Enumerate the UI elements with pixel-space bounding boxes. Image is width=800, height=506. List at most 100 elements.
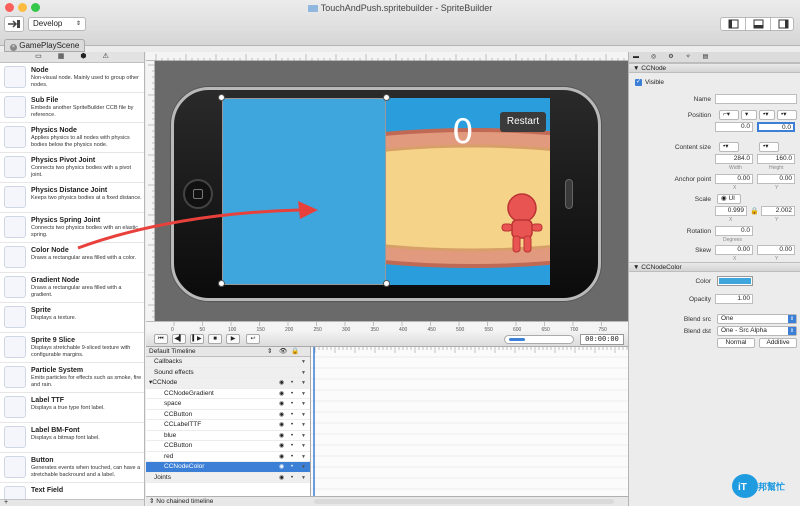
chained-timeline-selector[interactable]: No chained timeline: [156, 498, 213, 505]
expand-triangle-icon[interactable]: ▼: [301, 378, 306, 389]
rewind-to-start-button[interactable]: ⏮: [154, 334, 168, 344]
section-ccnode[interactable]: ▼ CCNode: [629, 63, 800, 73]
timeline-row[interactable]: ▾CCNode ◉ • ▼: [146, 378, 310, 389]
close-tab-icon[interactable]: ×: [10, 44, 17, 51]
library-item[interactable]: Node Non-visual node. Mainly used to grou…: [0, 63, 144, 93]
anchor-y-field[interactable]: 0.00: [757, 174, 795, 184]
folder-tab-icon[interactable]: ▭: [35, 52, 42, 62]
library-item[interactable]: Label TTF Displays a true type font label…: [0, 393, 144, 423]
step-forward-button[interactable]: ▍▶: [190, 334, 204, 344]
timeline-keyframe-area[interactable]: [311, 347, 628, 496]
blend-src-select[interactable]: One ⇕: [717, 314, 797, 324]
expand-triangle-icon[interactable]: ▼: [301, 368, 306, 379]
timeline-row[interactable]: CCLabelTTF ◉ • ▼: [146, 420, 310, 431]
selection-handle-bottom-left[interactable]: [218, 280, 225, 287]
width-unit-select[interactable]: •▾: [719, 142, 739, 152]
lock-dot-icon[interactable]: •: [291, 389, 293, 400]
visible-checkbox[interactable]: ✓: [635, 79, 642, 86]
library-item[interactable]: Physics Node Applies physics to all nodes…: [0, 123, 144, 153]
timeline-row[interactable]: red ◉ • ▼: [146, 452, 310, 463]
timeline-row[interactable]: Sound effects ▼: [146, 367, 310, 379]
color-well[interactable]: [717, 276, 753, 286]
physics-tab-icon[interactable]: ⚙: [668, 52, 673, 62]
visibility-eye-icon[interactable]: ◉: [279, 410, 284, 421]
library-item[interactable]: Sprite 9 Slice Displays stretchable 9-sli…: [0, 333, 144, 363]
device-selector[interactable]: Develop ⇕: [28, 17, 86, 31]
selection-handle-top-left[interactable]: [218, 94, 225, 101]
loop-button[interactable]: ↩: [246, 334, 260, 344]
lock-dot-icon[interactable]: •: [291, 420, 293, 431]
visibility-eye-icon[interactable]: ◉: [279, 441, 284, 452]
library-item[interactable]: Physics Pivot Joint Connects two physics …: [0, 153, 144, 183]
list-tab-icon[interactable]: ▦: [58, 52, 65, 62]
warning-tab-icon[interactable]: ⚠: [103, 52, 109, 62]
normal-blend-button[interactable]: Normal: [717, 338, 755, 348]
restart-button[interactable]: Restart: [500, 112, 546, 132]
toggle-bottom-panel-button[interactable]: [746, 18, 771, 30]
library-item[interactable]: Button Generates events when touched, can…: [0, 453, 144, 483]
stop-button[interactable]: ■: [208, 334, 222, 344]
expand-triangle-icon[interactable]: ▼: [301, 462, 306, 473]
height-field[interactable]: 160.0: [757, 154, 795, 164]
visibility-eye-icon[interactable]: ◉: [279, 431, 284, 442]
library-item[interactable]: Physics Distance Joint Keeps two physics …: [0, 183, 144, 213]
timeline-selector[interactable]: Default Timeline ⇕ 👁 🔒: [146, 347, 310, 357]
timeline-row[interactable]: CCButton ◉ • ▼: [146, 441, 310, 452]
selection-handle-bottom-right[interactable]: [383, 280, 390, 287]
expand-triangle-icon[interactable]: ▼: [301, 473, 306, 484]
library-item[interactable]: Physics Spring Joint Connects two physics…: [0, 213, 144, 243]
node-tab-icon[interactable]: ⬢: [80, 52, 86, 62]
visibility-eye-icon[interactable]: ◉: [279, 378, 284, 389]
opacity-field[interactable]: 1.00: [715, 294, 753, 304]
rotation-field[interactable]: 0.0: [715, 226, 753, 236]
toggle-left-panel-button[interactable]: [721, 18, 746, 30]
selection-handle-top-right[interactable]: [383, 94, 390, 101]
anchor-x-field[interactable]: 0.00: [715, 174, 753, 184]
visibility-eye-icon[interactable]: ◉: [279, 462, 284, 473]
visibility-eye-icon[interactable]: ◉: [279, 473, 284, 484]
step-back-button[interactable]: ◀▍: [172, 334, 186, 344]
visibility-eye-icon[interactable]: ◉: [279, 420, 284, 431]
expand-triangle-icon[interactable]: ▼: [301, 452, 306, 463]
scale-mode-select[interactable]: ◉ UI: [717, 194, 741, 204]
expand-triangle-icon[interactable]: ▼: [301, 389, 306, 400]
library-item[interactable]: Label BM-Font Displays a bitmap font labe…: [0, 423, 144, 453]
lock-dot-icon[interactable]: •: [291, 473, 293, 484]
section-ccnodecolor[interactable]: ▼ CCNodeColor: [629, 262, 800, 272]
scale-x-field[interactable]: 0.999: [715, 206, 747, 216]
timeline-scrollbar[interactable]: [314, 499, 614, 504]
timeline-row[interactable]: space ◉ • ▼: [146, 399, 310, 410]
position-unit-select[interactable]: ▾: [741, 110, 757, 120]
position-x-unit-select[interactable]: •▾: [759, 110, 775, 120]
expand-triangle-icon[interactable]: ▼: [301, 441, 306, 452]
height-unit-select[interactable]: •▾: [759, 142, 779, 152]
position-x-field[interactable]: 0.0: [715, 122, 753, 132]
expand-triangle-icon[interactable]: ▼: [301, 399, 306, 410]
skew-y-field[interactable]: 0.00: [757, 245, 795, 255]
position-reference-select[interactable]: ⌐▾: [719, 110, 739, 120]
timeline-row[interactable]: Joints ◉ • ▼: [146, 472, 310, 484]
timeline-row[interactable]: CCButton ◉ • ▼: [146, 410, 310, 421]
timeline-row[interactable]: blue ◉ • ▼: [146, 431, 310, 442]
timeline-row[interactable]: CCNodeGradient ◉ • ▼: [146, 389, 310, 400]
scale-lock-icon[interactable]: 🔒: [750, 207, 759, 215]
lock-dot-icon[interactable]: •: [291, 399, 293, 410]
lock-dot-icon[interactable]: •: [291, 462, 293, 473]
add-button[interactable]: +: [0, 499, 144, 506]
timeline-scale-slider[interactable]: [504, 335, 574, 344]
timeline-row[interactable]: CCNodeColor ◉ • ▼: [146, 462, 310, 473]
visibility-eye-icon[interactable]: ◉: [279, 399, 284, 410]
library-item[interactable]: Gradient Node Draws a rectangular area fi…: [0, 273, 144, 303]
document-tab[interactable]: × GamePlayScene: [4, 39, 86, 52]
blend-dst-select[interactable]: One - Src Alpha ⇕: [717, 326, 797, 336]
color-node[interactable]: [222, 98, 386, 285]
expand-triangle-icon[interactable]: ▼: [301, 431, 306, 442]
library-item[interactable]: Sub File Embeds another SpriteBuilder CCB…: [0, 93, 144, 123]
lock-dot-icon[interactable]: •: [291, 452, 293, 463]
library-item[interactable]: Sprite Displays a texture.: [0, 303, 144, 333]
toggle-right-panel-button[interactable]: [771, 18, 795, 30]
skew-x-field[interactable]: 0.00: [715, 245, 753, 255]
library-item[interactable]: Particle System Emits particles for effec…: [0, 363, 144, 393]
expand-triangle-icon[interactable]: ▼: [301, 420, 306, 431]
lock-dot-icon[interactable]: •: [291, 431, 293, 442]
